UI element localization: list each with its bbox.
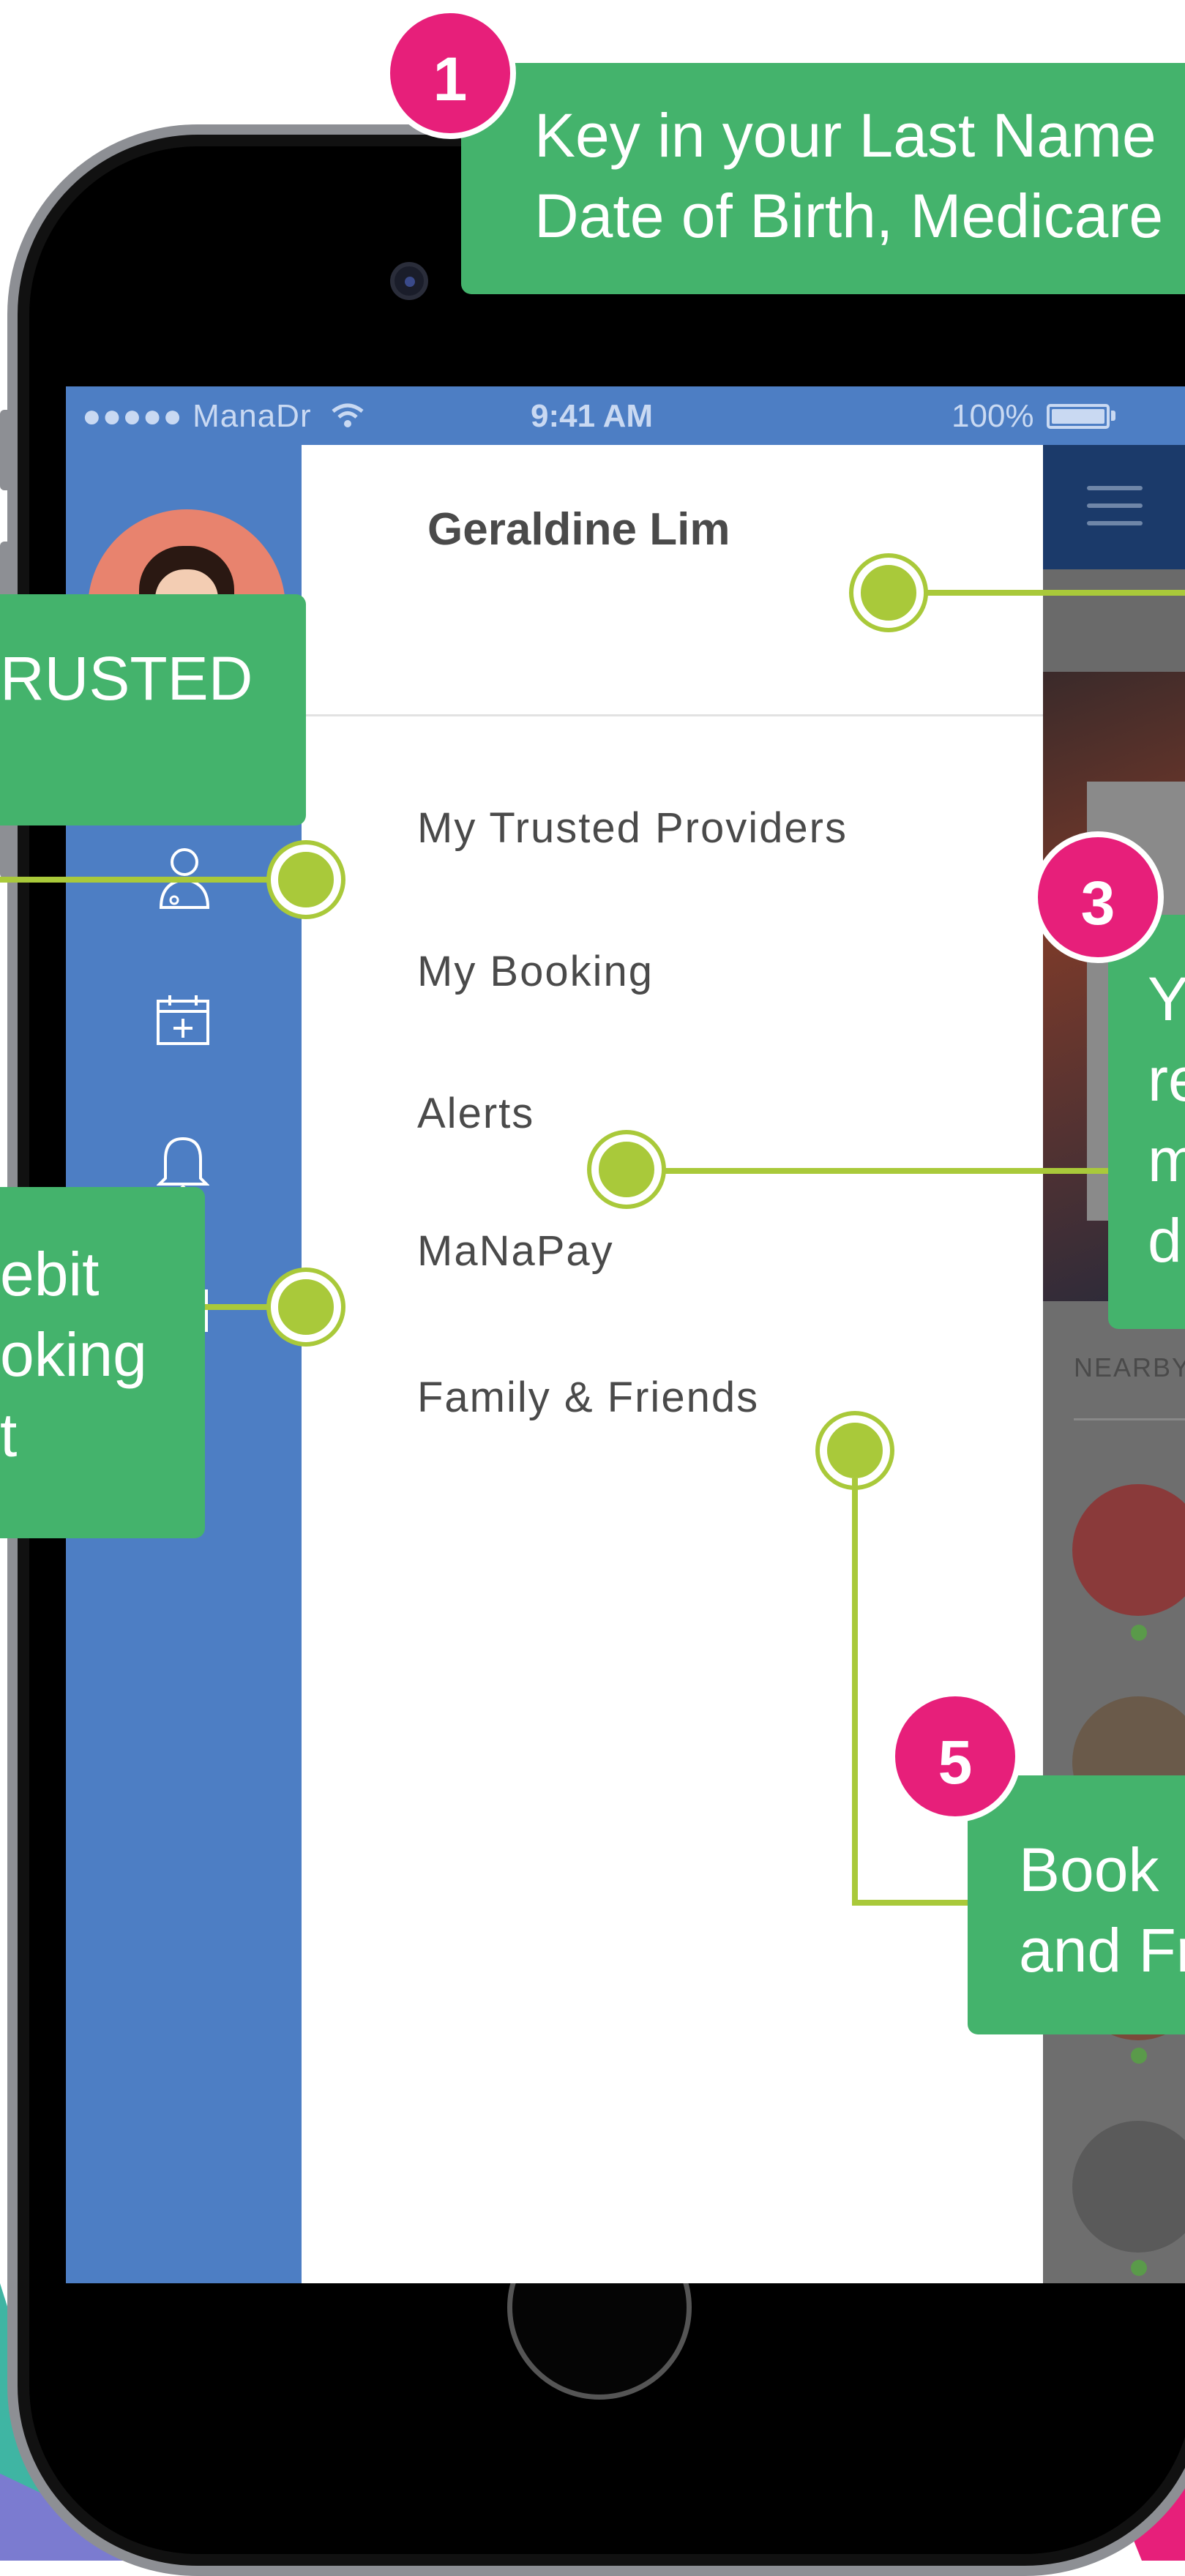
connector-line bbox=[924, 590, 1185, 596]
connector-line bbox=[852, 1478, 858, 1906]
step-3-badge: 3 bbox=[1032, 831, 1164, 963]
nearby-divider bbox=[1074, 1418, 1185, 1420]
connector-line bbox=[644, 1168, 1120, 1174]
app-header bbox=[1043, 445, 1185, 569]
hamburger-icon[interactable] bbox=[1043, 445, 1185, 569]
nearby-label: NEARBY bbox=[1074, 1352, 1185, 1382]
menu-item-manapay[interactable]: MaNaPay bbox=[417, 1227, 614, 1276]
callout-step-4: ebit oking t bbox=[0, 1187, 205, 1538]
connector-line bbox=[0, 877, 278, 883]
mute-switch bbox=[0, 410, 12, 490]
step-1-badge: 1 bbox=[384, 7, 516, 139]
callout-step-2-text: RUSTED bbox=[0, 644, 253, 713]
connector-dot bbox=[271, 1272, 341, 1342]
menu-item-alerts[interactable]: Alerts bbox=[417, 1089, 534, 1138]
connector-line bbox=[852, 1900, 969, 1906]
menu-item-family-friends[interactable]: Family & Friends bbox=[417, 1373, 759, 1422]
connector-dot bbox=[820, 1415, 890, 1486]
callout-step-5-text: Book and Fr bbox=[1019, 1835, 1185, 1985]
divider bbox=[302, 714, 1043, 716]
battery-tip bbox=[1111, 411, 1115, 421]
calendar-add-icon[interactable] bbox=[155, 994, 211, 1046]
battery-icon bbox=[1047, 404, 1110, 429]
battery-percent: 100% bbox=[952, 398, 1034, 434]
step-5-badge: 5 bbox=[889, 1690, 1021, 1822]
navigation-drawer: Geraldine Lim My Trusted Providers My Bo… bbox=[302, 445, 1043, 2283]
callout-step-1: Key in your Last Name Date of Birth, Med… bbox=[461, 63, 1185, 294]
online-status-icon bbox=[1131, 1625, 1147, 1641]
connector-dot bbox=[853, 558, 924, 628]
online-status-icon bbox=[1131, 2048, 1147, 2064]
user-name[interactable]: Geraldine Lim bbox=[427, 503, 730, 555]
callout-step-3-text: Y re m d bbox=[1148, 965, 1185, 1275]
status-bar: ●●●●● ManaDr 9:41 AM 100% bbox=[66, 386, 1185, 445]
callout-step-3: Y re m d bbox=[1108, 915, 1185, 1329]
menu-item-my-booking[interactable]: My Booking bbox=[417, 947, 654, 996]
camera-lens bbox=[405, 277, 415, 287]
menu-item-trusted-providers[interactable]: My Trusted Providers bbox=[417, 804, 848, 853]
callout-step-1-text: Key in your Last Name Date of Birth, Med… bbox=[534, 101, 1164, 250]
carrier-label: ●●●●● ManaDr bbox=[82, 398, 312, 434]
bell-icon[interactable] bbox=[157, 1133, 209, 1191]
connector-dot bbox=[271, 845, 341, 915]
callout-step-5: Book and Fr bbox=[968, 1775, 1185, 2034]
callout-step-4-text: ebit oking t bbox=[0, 1240, 147, 1469]
online-status-icon bbox=[1131, 2260, 1147, 2276]
callout-step-2: RUSTED bbox=[0, 594, 306, 825]
wifi-icon bbox=[332, 403, 364, 427]
connector-dot bbox=[591, 1134, 662, 1205]
clock: 9:41 AM bbox=[531, 398, 654, 434]
